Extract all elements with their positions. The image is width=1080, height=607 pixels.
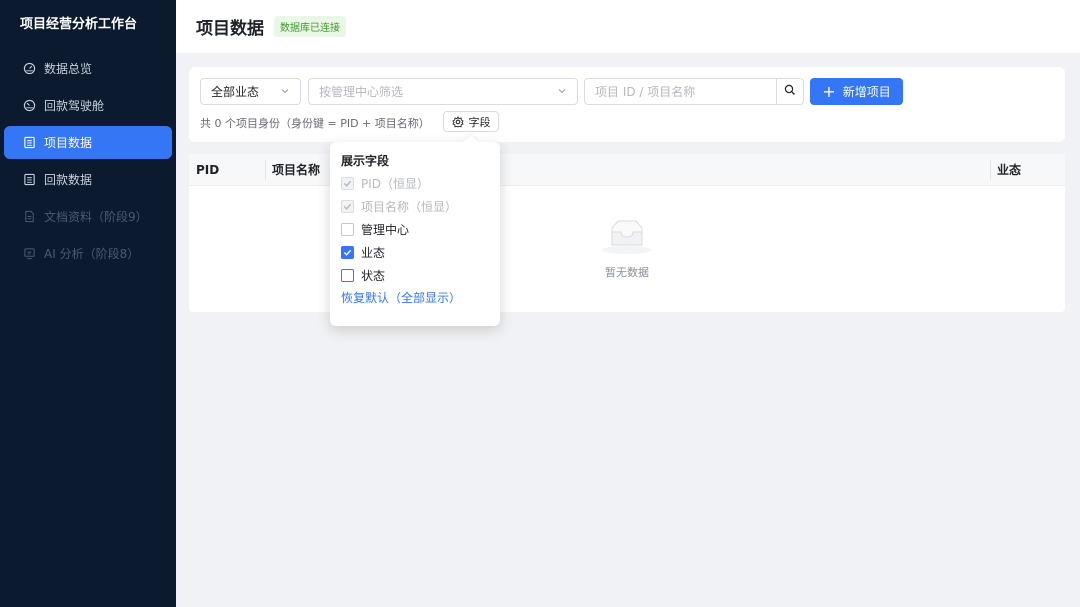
checkbox-checked-disabled — [341, 199, 354, 213]
add-project-label: 新增项目 — [842, 85, 891, 99]
checkbox-checked[interactable] — [341, 245, 354, 259]
search-box — [584, 78, 804, 105]
filter-bar: 全部业态 按管理中心筛选 + 新增项目 共 0 个项目身份（身份键 = PID … — [189, 67, 1065, 142]
page-header: 项目数据 数据库已连接 — [176, 0, 1080, 53]
plus-icon: + — [822, 81, 836, 101]
field-settings-button[interactable]: 字段 — [443, 111, 499, 132]
empty-inbox-icon — [600, 219, 654, 258]
reset-default-link[interactable]: 恢复默认（全部显示） — [341, 290, 489, 306]
field-settings-popover: 展示字段 PID（恒显） 项目名称（恒显） 管理中心 业态 状态 恢复默认（全部… — [330, 142, 500, 326]
field-option-label: 状态 — [361, 268, 386, 283]
table-header: PID 项目名称 业态 — [189, 154, 1065, 186]
column-divider — [990, 160, 991, 180]
status-badge: 数据库已连接 — [274, 16, 346, 37]
sidebar-item-collection-data[interactable]: 回款数据 — [4, 163, 172, 196]
field-option-project-name: 项目名称（恒显） — [341, 198, 489, 214]
center-select-placeholder: 按管理中心筛选 — [319, 85, 404, 99]
field-option-management-center[interactable]: 管理中心 — [341, 221, 489, 237]
sidebar-item-label: 回款驾驶舱 — [44, 99, 105, 113]
sidebar-item-label: 项目数据 — [44, 136, 93, 150]
column-header-pid: PID — [196, 163, 220, 177]
sidebar-item-project-data[interactable]: 项目数据 — [4, 126, 172, 159]
result-count: 共 0 个项目身份（身份键 = PID + 项目名称） — [200, 117, 430, 130]
field-option-label: 业态 — [361, 245, 386, 260]
chevron-down-icon — [279, 85, 291, 97]
field-option-label: PID（恒显） — [361, 176, 430, 191]
column-header-project-name: 项目名称 — [272, 163, 321, 177]
list-icon — [22, 173, 36, 187]
checkbox-checked-disabled — [341, 176, 354, 190]
sidebar-item-collection-cockpit[interactable]: 回款驾驶舱 — [4, 89, 172, 122]
add-project-button[interactable]: + 新增项目 — [810, 78, 903, 105]
field-settings-label: 字段 — [468, 115, 491, 129]
sidebar-item-ai-analysis: AI 分析（阶段8） — [4, 237, 172, 270]
column-divider — [265, 160, 266, 180]
project-table: PID 项目名称 业态 暂无数据 — [189, 154, 1065, 312]
sidebar-item-documents: 文档资料（阶段9） — [4, 200, 172, 233]
field-option-status[interactable]: 状态 — [341, 267, 489, 283]
center-select[interactable]: 按管理中心筛选 — [308, 78, 578, 105]
sidebar-item-overview[interactable]: 数据总览 — [4, 52, 172, 85]
field-option-label: 管理中心 — [361, 222, 410, 237]
empty-text: 暂无数据 — [605, 265, 649, 279]
page-title: 项目数据 — [196, 19, 264, 39]
status-select-value: 全部业态 — [211, 85, 260, 99]
app-title: 项目经营分析工作台 — [20, 17, 138, 32]
chevron-down-icon — [556, 85, 568, 97]
sidebar-item-label: 回款数据 — [44, 173, 93, 187]
sidebar-item-label: AI 分析（阶段8） — [44, 247, 140, 261]
popover-title: 展示字段 — [341, 154, 390, 168]
sidebar-nav: 数据总览 回款驾驶舱 项目数据 回款数据 文档资料（阶段9） AI 分析（阶段8… — [0, 52, 176, 270]
search-input[interactable] — [585, 79, 776, 104]
search-icon — [784, 84, 796, 99]
status-select[interactable]: 全部业态 — [200, 78, 301, 105]
ai-icon — [22, 247, 36, 261]
field-option-label: 项目名称（恒显） — [361, 199, 458, 214]
sidebar-item-label: 数据总览 — [44, 62, 93, 76]
checkbox-unchecked[interactable] — [341, 222, 354, 236]
document-icon — [22, 210, 36, 224]
gauge-icon — [22, 99, 36, 113]
sidebar: 项目经营分析工作台 数据总览 回款驾驶舱 项目数据 回款数据 文档资料（阶段9）… — [0, 0, 176, 607]
checkbox-unchecked[interactable] — [341, 268, 354, 282]
gear-icon — [451, 115, 464, 128]
empty-state: 暂无数据 — [189, 186, 1065, 312]
field-option-pid: PID（恒显） — [341, 175, 489, 191]
search-button[interactable] — [776, 79, 803, 104]
list-icon — [22, 136, 36, 150]
column-header-business-type: 业态 — [997, 163, 1022, 177]
sidebar-item-label: 文档资料（阶段9） — [44, 210, 148, 224]
dashboard-icon — [22, 62, 36, 76]
field-option-business-type[interactable]: 业态 — [341, 244, 489, 260]
